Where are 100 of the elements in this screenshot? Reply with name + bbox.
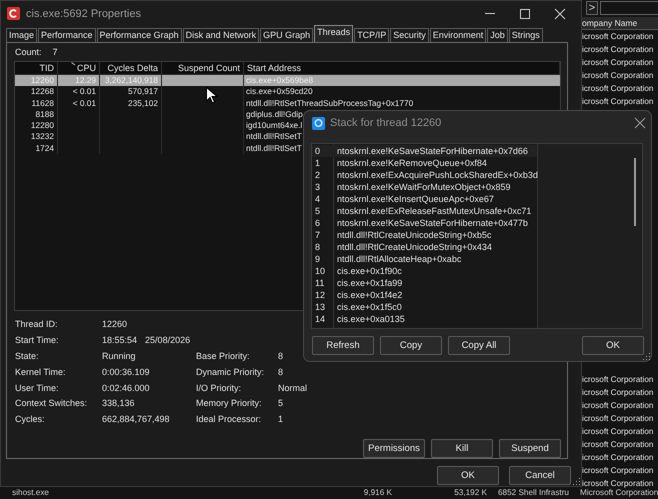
field-label: Thread ID: xyxy=(15,319,59,330)
list-row[interactable]: 12 cis.exe+0x1f4e2 xyxy=(312,289,537,301)
field-value: Normal xyxy=(278,382,308,392)
tab[interactable]: GPU Graph xyxy=(260,28,314,42)
list-row[interactable]: 7 ntdll.dll!RtlCreateUnicodeString+0xb5c xyxy=(312,229,537,241)
button[interactable]: Cancel xyxy=(509,466,571,485)
list-row[interactable]: 10 cis.exe+0x1f90c xyxy=(312,265,537,277)
button[interactable]: Kill xyxy=(431,439,493,458)
row-number: 6 xyxy=(314,217,322,229)
table-cell-text: icrosoft Corporation xyxy=(582,96,654,108)
list-row[interactable]: 0 ntoskrnl.exe!KeSaveStateForHibernate+0x7d66 xyxy=(312,145,537,157)
stack-frame: cis.exe+0x1f4e2 xyxy=(334,289,402,301)
table-cell-text: sihost.exe xyxy=(11,487,49,499)
row-number: 10 xyxy=(314,265,326,277)
button[interactable]: OK xyxy=(437,466,499,485)
list-row[interactable]: 13 cis.exe+0x1f5c0 xyxy=(312,301,537,313)
list-row[interactable]: 2 ntoskrnl.exe!ExAcquirePushLockSharedEx+0xb3d xyxy=(312,169,538,181)
tab[interactable]: Threads xyxy=(314,25,354,42)
table-cell-text: ntdll.dll!RtlSetThreadSubProcessTag+0x1770 xyxy=(245,98,414,109)
row-number: 3 xyxy=(314,181,322,193)
list-row[interactable]: 8 ntdll.dll!RtlCreateUnicodeString+0x434 xyxy=(312,241,537,253)
table-cell-text: icrosoft Corporation xyxy=(582,83,654,95)
table-cell: 12260 xyxy=(15,75,58,86)
tab[interactable]: Environment xyxy=(430,28,486,42)
field-label: I/O Priority: xyxy=(196,382,242,392)
maximize-icon[interactable] xyxy=(519,8,531,20)
stack-frame: ntoskrnl.exe!KeRemoveQueue+0xf84 xyxy=(334,157,487,169)
tab[interactable]: Performance xyxy=(38,28,96,42)
tab[interactable]: TCP/IP xyxy=(354,28,390,42)
tab[interactable]: Performance Graph xyxy=(96,28,182,42)
table-cell-text: icrosoft Corporation xyxy=(582,426,654,438)
column-header[interactable]: Cycles Delta xyxy=(100,62,162,74)
table-cell-text: ntdll.dll!RtlSetT xyxy=(245,142,302,154)
tab[interactable]: Image xyxy=(6,28,38,42)
table-cell-text: icrosoft Corporation xyxy=(582,452,654,464)
table-cell: < 0.01 xyxy=(58,86,100,98)
field-label: Ideal Processor: xyxy=(196,414,262,424)
column-header[interactable]: Start Address xyxy=(244,62,560,74)
list-row[interactable]: 9 ntdll.dll!RtlAllocateHeap+0xabc xyxy=(312,253,537,265)
tab[interactable]: Disk and Network xyxy=(182,28,260,42)
row-number: 7 xyxy=(314,229,322,241)
column-header[interactable]: CPU xyxy=(58,62,100,74)
list-row[interactable]: 1 ntoskrnl.exe!KeRemoveQueue+0xf84 xyxy=(312,157,537,169)
list-row[interactable]: 11 cis.exe+0x1fa99 xyxy=(312,277,537,289)
table-cell-text: icrosoft Corporation xyxy=(582,413,654,425)
tab[interactable]: Security xyxy=(390,28,429,42)
close-icon[interactable] xyxy=(554,8,566,20)
column-header[interactable]: Suspend Count xyxy=(162,62,244,74)
button[interactable]: Copy xyxy=(380,336,442,355)
resize-grip-icon[interactable] xyxy=(642,352,650,360)
field-label: Context Switches: xyxy=(15,398,88,408)
field-value: Running xyxy=(102,350,136,361)
table-cell: 12268 xyxy=(15,86,58,98)
stack-frame: cis.exe+0x1f5c0 xyxy=(334,301,402,313)
button[interactable]: OK xyxy=(582,336,644,355)
table-cell: 570,917 xyxy=(100,86,162,98)
table-cell-text: icrosoft Corporation xyxy=(582,478,654,489)
button[interactable]: Refresh xyxy=(312,336,374,355)
table-cell-text: cis.exe+0x569be8 xyxy=(245,75,314,86)
list-row[interactable]: 3 ntoskrnl.exe!KeWaitForMutexObject+0x859 xyxy=(312,181,537,193)
table-cell-text: icrosoft Corporation xyxy=(582,387,654,399)
table-cell-text: icrosoft Corporation xyxy=(582,31,654,43)
field-value: 8 xyxy=(278,366,284,377)
scrollbar-thumb[interactable] xyxy=(634,158,636,226)
column-header[interactable]: ompany Name xyxy=(582,17,658,30)
table-cell-text: 9,916 K xyxy=(362,487,392,499)
column-label: CPU xyxy=(76,62,96,74)
list-row[interactable]: 14 cis.exe+0xa0135 xyxy=(312,313,537,325)
stack-frame: cis.exe+0x1fa99 xyxy=(334,277,402,289)
field-label: Cycles: xyxy=(15,414,46,424)
stack-frame: ntoskrnl.exe!KeInsertQueueApc+0xe67 xyxy=(334,193,494,205)
tab[interactable]: Job xyxy=(487,28,508,42)
table-cell-text: cis.exe+0x59cd20 xyxy=(245,86,313,98)
button[interactable]: Permissions xyxy=(363,439,425,458)
close-icon[interactable] xyxy=(634,117,646,129)
toolbar-button[interactable]: > xyxy=(586,1,598,15)
field-value: 662,884,767,498 xyxy=(102,414,170,424)
row-number: 9 xyxy=(314,253,322,265)
field-label: Memory Priority: xyxy=(196,398,263,408)
field-label: State: xyxy=(15,350,40,361)
list-row[interactable]: 4 ntoskrnl.exe!KeInsertQueueApc+0xe67 xyxy=(312,193,537,205)
list-row[interactable]: 5 ntoskrnl.exe!ExReleaseFastMutexUnsafe+0xc71 xyxy=(312,205,537,217)
search-field[interactable] xyxy=(600,1,658,15)
button[interactable]: Suspend xyxy=(499,439,561,458)
table-cell-text: icrosoft Corporation xyxy=(582,400,654,412)
pointer-cursor-icon xyxy=(206,87,218,104)
app-icon xyxy=(7,7,20,20)
row-number: 4 xyxy=(314,193,322,205)
list-row[interactable]: 6 ntoskrnl.exe!KeSaveStateForHibernate+0x477b xyxy=(312,217,537,229)
table-cell-text: icrosoft Corporation xyxy=(582,57,654,69)
stack-frame: ntoskrnl.exe!ExReleaseFastMutexUnsafe+0xc71 xyxy=(334,205,532,217)
column-header[interactable]: TID xyxy=(15,62,58,74)
field-label: Base Priority: xyxy=(196,350,251,361)
table-cell-text: 6852 Shell Infrastru xyxy=(496,487,569,499)
field-value: 25/08/2026 xyxy=(145,335,190,346)
table-cell: 11628 xyxy=(15,98,58,109)
resize-grip-icon[interactable] xyxy=(572,477,580,485)
button[interactable]: Copy All xyxy=(448,336,510,355)
tab[interactable]: Strings xyxy=(508,28,543,42)
row-number: 2 xyxy=(314,169,322,181)
